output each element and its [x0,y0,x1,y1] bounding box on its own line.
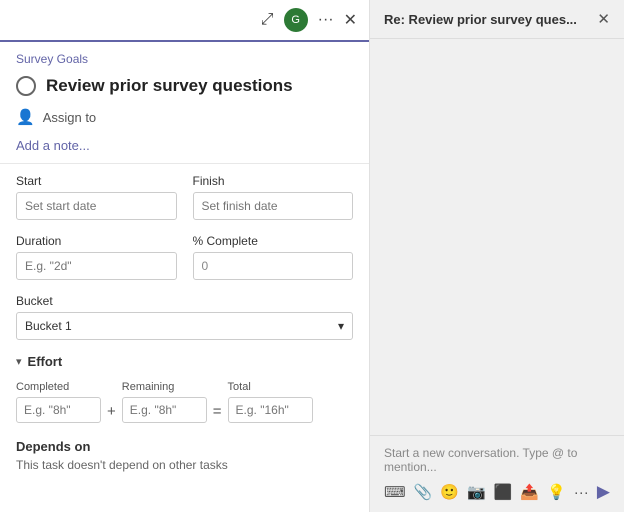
finish-input[interactable] [193,192,354,220]
remaining-label: Remaining [122,381,207,393]
completed-label: Completed [16,381,101,393]
remaining-col: Remaining [122,381,207,423]
divider [0,163,369,164]
remaining-input[interactable] [122,397,207,423]
assign-label: Assign to [43,110,96,125]
right-footer: Start a new conversation. Type @ to ment… [370,435,624,512]
effort-section: ▾ Effort Completed + Remaining = Total [0,354,369,435]
bucket-select[interactable]: Bucket 1 ▾ [16,312,353,340]
bucket-value: Bucket 1 [25,319,72,333]
plus-operator: + [107,385,116,420]
left-panel: ⤢ G ··· ✕ Survey Goals Review prior surv… [0,0,370,512]
total-label: Total [228,381,313,393]
effort-title: Effort [28,354,63,369]
send-button[interactable]: ▶ [597,482,610,502]
duration-label: Duration [16,234,177,248]
start-label: Start [16,174,177,188]
right-panel-close-button[interactable]: ✕ [597,10,610,28]
bucket-row: Bucket Bucket 1 ▾ [16,294,353,340]
suggest-icon[interactable]: 💡 [547,483,566,501]
breadcrumb[interactable]: Survey Goals [0,42,369,70]
bucket-label: Bucket [16,294,353,308]
completed-input[interactable] [16,397,101,423]
duration-percent-row: Duration % Complete [16,234,353,280]
percent-label: % Complete [193,234,354,248]
right-panel-title: Re: Review prior survey ques... [384,12,577,27]
task-status-circle[interactable] [16,76,36,96]
attach-icon[interactable]: 📎 [414,483,433,501]
component-icon[interactable]: ⬛ [494,483,513,501]
total-col: Total [228,381,313,423]
right-panel: Re: Review prior survey ques... ✕ Start … [370,0,624,512]
footer-icons-row: ⌨ 📎 🙂 📷 ⬛ 📤 💡 ··· ▶ [384,482,610,502]
assign-row[interactable]: 👤 Assign to [0,104,369,134]
total-input[interactable] [228,397,313,423]
depends-on-section: Depends on This task doesn't depend on o… [0,439,369,472]
image-icon[interactable]: 📷 [467,483,486,501]
percent-field: % Complete [193,234,354,280]
new-conversation-hint: Start a new conversation. Type @ to ment… [384,446,610,474]
depends-on-subtitle: This task doesn't depend on other tasks [16,458,353,472]
completed-col: Completed [16,381,101,423]
effort-header[interactable]: ▾ Effort [16,354,353,369]
fields-section: Start Finish Duration % Complete Bucket [0,174,369,354]
right-header: Re: Review prior survey ques... ✕ [370,0,624,39]
top-bar: ⤢ G ··· ✕ [0,0,369,42]
effort-inputs-row: Completed + Remaining = Total [16,381,353,423]
format-icon[interactable]: ⌨ [384,483,406,501]
equal-operator: = [213,385,222,420]
close-icon[interactable]: ✕ [344,10,357,30]
avatar: G [284,8,308,32]
bucket-field: Bucket Bucket 1 ▾ [16,294,353,340]
share-icon[interactable]: 📤 [520,483,539,501]
more-icon[interactable]: ··· [574,484,589,501]
depends-on-title: Depends on [16,439,353,454]
task-title-row: Review prior survey questions [0,70,369,104]
start-finish-row: Start Finish [16,174,353,220]
duration-input[interactable] [16,252,177,280]
add-note-link[interactable]: Add a note... [0,134,369,163]
right-panel-body [370,39,624,435]
chevron-down-icon: ▾ [16,355,22,368]
more-icon[interactable]: ··· [318,11,334,29]
emoji-icon[interactable]: 🙂 [440,483,459,501]
expand-icon[interactable]: ⤢ [261,11,274,29]
finish-label: Finish [193,174,354,188]
finish-field: Finish [193,174,354,220]
chevron-down-icon: ▾ [338,319,344,333]
duration-field: Duration [16,234,177,280]
percent-input[interactable] [193,252,354,280]
start-field: Start [16,174,177,220]
person-icon: 👤 [16,108,35,126]
task-title: Review prior survey questions [46,76,293,96]
start-input[interactable] [16,192,177,220]
